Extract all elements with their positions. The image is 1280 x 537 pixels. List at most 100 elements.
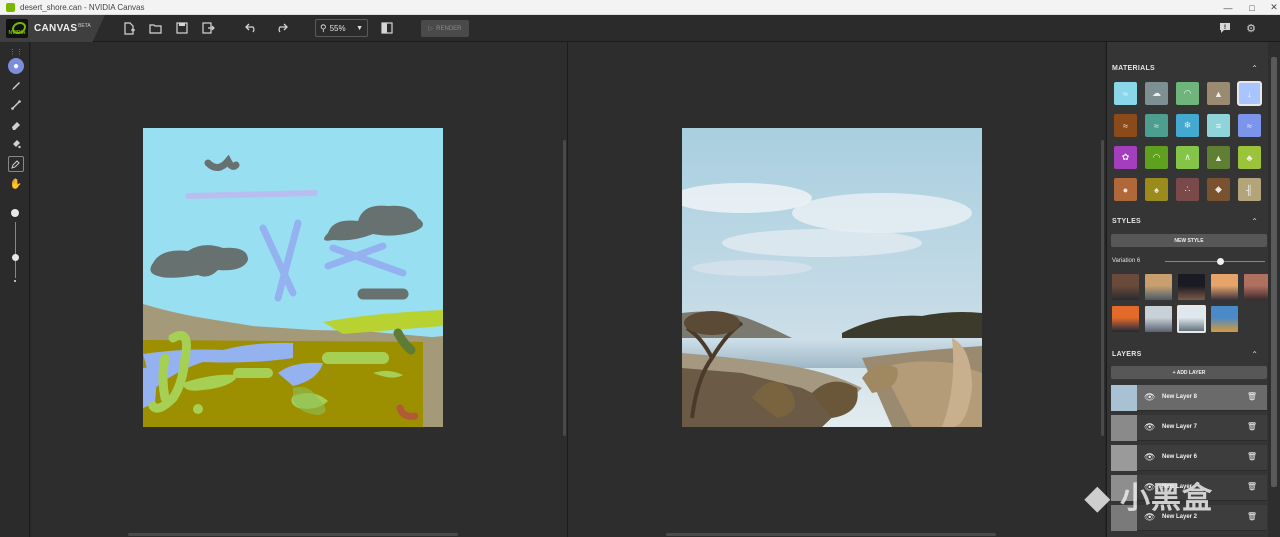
right-view-scrollbar[interactable] [1101, 140, 1104, 436]
layer-thumbnail [1111, 385, 1137, 411]
redo-icon[interactable] [273, 20, 289, 36]
layer-row[interactable]: 👁 New Layer 6 🗑 [1111, 445, 1267, 471]
panel-scrollbar-thumb[interactable] [1271, 57, 1277, 487]
brush-size-slider[interactable] [15, 222, 16, 278]
zoom-select[interactable]: ⚲ 55% ▼ [315, 19, 368, 37]
right-view-hscrollbar[interactable] [666, 533, 996, 536]
brush-size-min-icon [14, 280, 16, 282]
left-view-hscrollbar[interactable] [128, 533, 458, 536]
grass-icon: ∧ [1184, 152, 1191, 162]
material-grass[interactable]: ∧ [1176, 146, 1199, 169]
add-layer-button[interactable]: + ADD LAYER [1111, 366, 1267, 379]
eraser-tool-icon[interactable] [8, 117, 24, 133]
brush-size-slider-knob[interactable] [12, 254, 19, 261]
window-title: desert_shore.can - NVIDIA Canvas [20, 2, 145, 12]
split-view-icon[interactable] [379, 20, 395, 36]
render-label: RENDER [436, 25, 462, 32]
fog-icon: ≡ [1215, 120, 1222, 131]
feedback-icon[interactable] [1217, 20, 1233, 36]
new-file-icon[interactable] [121, 20, 137, 36]
style-thumbnail[interactable] [1244, 274, 1271, 300]
eye-icon[interactable]: 👁 [1144, 422, 1155, 433]
material-water[interactable]: ≈ [1114, 82, 1137, 105]
gear-icon[interactable]: ⚙ [1243, 20, 1259, 36]
segmentation-canvas[interactable] [143, 128, 443, 427]
materials-collapse-icon[interactable]: ⌃ [1251, 64, 1258, 73]
material-tree[interactable]: ♣ [1238, 146, 1261, 169]
material-stone[interactable]: ◆ [1207, 178, 1230, 201]
main-toolbar: NVIDIA CANVAS BETA ⚲ 55% ▼ ▷ RENDER ⚙ [0, 15, 1280, 42]
brand-name: CANVAS [34, 23, 78, 34]
eye-icon[interactable]: 👁 [1144, 452, 1155, 463]
style-thumbnail[interactable] [1145, 274, 1172, 300]
line-tool-icon[interactable] [8, 97, 24, 113]
material-palm[interactable]: ♠ [1145, 178, 1168, 201]
variation-slider[interactable] [1165, 261, 1265, 262]
brand-area: NVIDIA CANVAS BETA [0, 15, 105, 42]
save-icon[interactable] [174, 20, 190, 36]
material-cloud[interactable]: ☁ [1145, 82, 1168, 105]
watermark-text: 小黑盒 [1119, 482, 1213, 515]
style-thumbnail[interactable] [1112, 306, 1139, 332]
brush-tool-icon[interactable] [8, 78, 24, 94]
material-mountain[interactable]: ▲ [1207, 82, 1230, 105]
minimize-button[interactable]: — [1216, 0, 1240, 15]
cloud-icon: ☁ [1152, 88, 1161, 98]
material-river[interactable]: ≈ [1238, 114, 1261, 137]
sand-icon: ∴ [1184, 184, 1191, 194]
bush-icon: ◠ [1152, 152, 1161, 162]
material-flower[interactable]: ✿ [1114, 146, 1137, 169]
sky-icon: ↓ [1247, 88, 1252, 99]
layers-collapse-icon[interactable]: ⌃ [1251, 350, 1258, 359]
material-bush[interactable]: ◠ [1145, 146, 1168, 169]
material-grass-hill[interactable]: ◠ [1176, 82, 1199, 105]
pan-hand-tool-icon[interactable]: ✋ [8, 176, 24, 192]
trash-icon[interactable]: 🗑 [1247, 422, 1257, 431]
magic-brush-tool-icon[interactable]: ● [8, 58, 24, 74]
trash-icon[interactable]: 🗑 [1247, 512, 1257, 521]
material-sky[interactable]: ↓ [1237, 81, 1262, 106]
eyedropper-tool-icon[interactable] [8, 156, 24, 172]
style-thumbnail[interactable] [1112, 274, 1139, 300]
watermark-logo-icon: ◆ [1085, 479, 1111, 515]
brush-size-max-icon [11, 209, 19, 217]
material-sea[interactable]: ≈ [1145, 114, 1168, 137]
material-snow[interactable]: ❄ [1176, 114, 1199, 137]
layer-thumbnail [1111, 445, 1137, 471]
trash-icon[interactable]: 🗑 [1247, 452, 1257, 461]
trash-icon[interactable]: 🗑 [1247, 392, 1257, 401]
open-folder-icon[interactable] [147, 20, 163, 36]
material-building[interactable]: ╢ [1238, 178, 1261, 201]
undo-icon[interactable] [243, 20, 259, 36]
style-thumbnail[interactable] [1211, 306, 1238, 332]
render-button[interactable]: ▷ RENDER [421, 20, 469, 37]
left-view-scrollbar[interactable] [563, 140, 566, 436]
snow-icon: ❄ [1183, 120, 1192, 130]
variation-label: Variation 6 [1112, 258, 1141, 264]
close-button[interactable]: ✕ [1262, 0, 1280, 15]
export-icon[interactable] [200, 20, 216, 36]
material-rock[interactable]: ● [1114, 178, 1137, 201]
eye-icon[interactable]: 👁 [1144, 392, 1155, 403]
styles-collapse-icon[interactable]: ⌃ [1251, 217, 1258, 226]
panel-scrollbar[interactable] [1268, 42, 1280, 537]
chevron-down-icon: ▼ [356, 24, 363, 32]
material-fog[interactable]: ≡ [1207, 114, 1230, 137]
style-thumbnail[interactable] [1178, 274, 1205, 300]
layer-row[interactable]: 👁 New Layer 8 🗑 [1111, 385, 1267, 411]
building-icon: ╢ [1246, 184, 1253, 195]
variation-slider-knob[interactable] [1217, 258, 1224, 265]
material-sand[interactable]: ∴ [1176, 178, 1199, 201]
fill-bucket-tool-icon[interactable] [8, 136, 24, 152]
grass-hill-icon: ◠ [1183, 88, 1192, 98]
new-style-button[interactable]: NEW STYLE [1111, 234, 1267, 247]
material-hill[interactable]: ▲ [1207, 146, 1230, 169]
style-thumbnail[interactable] [1145, 306, 1172, 332]
style-thumbnail[interactable] [1211, 274, 1238, 300]
maximize-button[interactable]: □ [1240, 0, 1264, 15]
trash-icon[interactable]: 🗑 [1247, 482, 1257, 491]
styles-title: STYLES [1112, 218, 1142, 225]
material-dirt[interactable]: ≈ [1114, 114, 1137, 137]
style-thumbnail[interactable] [1177, 305, 1206, 333]
layer-row[interactable]: 👁 New Layer 7 🗑 [1111, 415, 1267, 441]
